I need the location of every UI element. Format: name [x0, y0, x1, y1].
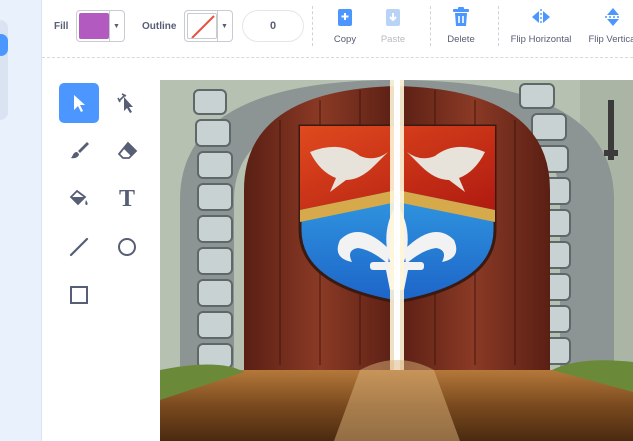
paste-label: Paste: [380, 34, 406, 45]
trash-icon: [450, 6, 472, 28]
left-panel-strip: [0, 0, 42, 441]
separator: [498, 6, 499, 46]
fill-color-swatch[interactable]: [79, 13, 109, 39]
flip-horizontal-label: Flip Horizontal: [510, 34, 572, 45]
drawing-canvas[interactable]: [160, 80, 633, 441]
rectangle-tool[interactable]: [59, 275, 99, 315]
paste-button[interactable]: Paste: [360, 6, 426, 50]
line-tool[interactable]: [59, 227, 99, 267]
brush-icon: [71, 142, 89, 159]
fill-color-picker[interactable]: ▼: [76, 10, 125, 42]
eraser-tool[interactable]: [107, 131, 147, 171]
rectangle-icon: [70, 286, 88, 304]
no-color-slash-icon: [191, 15, 215, 38]
copy-label: Copy: [333, 34, 357, 45]
copy-icon: [334, 6, 356, 28]
reshape-tool[interactable]: [107, 83, 147, 123]
chevron-down-icon[interactable]: ▼: [109, 11, 123, 41]
line-icon: [69, 237, 89, 257]
circle-icon: [118, 238, 136, 256]
scroll-knob[interactable]: [0, 34, 8, 56]
outline-color-picker[interactable]: ▼: [184, 10, 233, 42]
eraser-icon: [117, 141, 138, 159]
outline-label: Outline: [142, 21, 177, 32]
fill-tool[interactable]: [59, 179, 99, 219]
arrow-cursor-icon: [74, 95, 85, 112]
select-tool[interactable]: [59, 83, 99, 123]
paint-bucket-icon: [69, 189, 88, 206]
no-outline-swatch[interactable]: [187, 13, 217, 39]
text-tool[interactable]: T: [107, 179, 147, 219]
flip-vertical-label: Flip Vertical: [588, 34, 633, 45]
brush-tool[interactable]: [59, 131, 99, 171]
paste-icon: [382, 6, 404, 28]
flip-horizontal-button[interactable]: Flip Horizontal: [508, 6, 574, 50]
flip-horizontal-icon: [530, 6, 552, 28]
fill-label: Fill: [54, 21, 69, 32]
delete-label: Delete: [447, 34, 475, 45]
castle-door-artwork: [160, 80, 633, 441]
paint-editor-toolbar: Fill ▼ Outline ▼ 0 Copy Paste Delete Fli…: [42, 0, 633, 58]
flip-vertical-icon: [602, 6, 624, 28]
reshape-icon: [117, 93, 133, 113]
delete-button[interactable]: Delete: [428, 6, 494, 50]
circle-tool[interactable]: [107, 227, 147, 267]
outline-width-input[interactable]: 0: [242, 10, 304, 42]
chevron-down-icon[interactable]: ▼: [217, 11, 231, 41]
flip-vertical-button[interactable]: Flip Vertical: [578, 6, 633, 50]
text-icon: T: [118, 185, 135, 212]
